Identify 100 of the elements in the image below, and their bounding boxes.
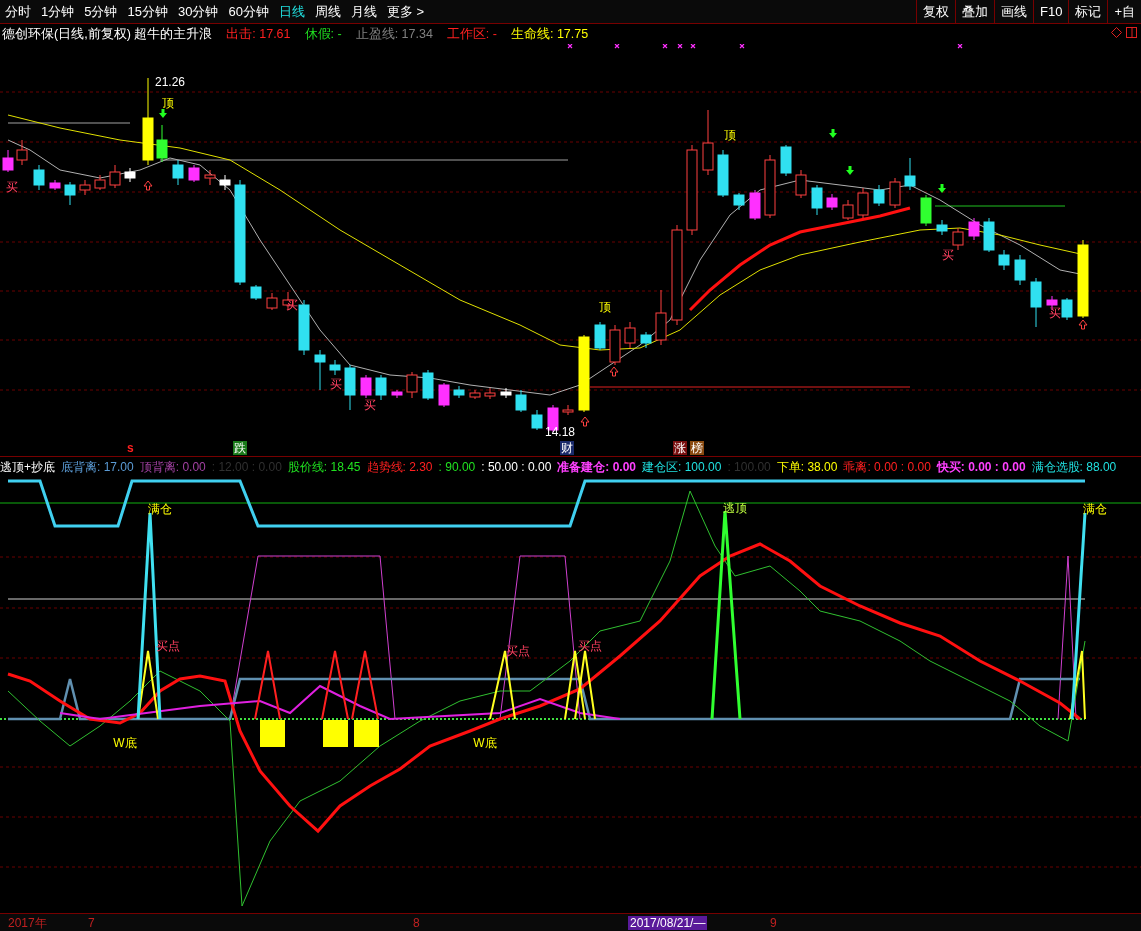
candlestick (562, 404, 574, 416)
candlestick (124, 167, 136, 183)
spike-line (564, 650, 586, 720)
candlestick (889, 177, 901, 209)
candlestick (219, 174, 231, 191)
axis-label: 9 (769, 916, 778, 930)
up-arrow-icon (580, 416, 590, 427)
axis-label: 2017年 (7, 916, 48, 930)
indicator-value: 快买: 0.00 : 0.00 (936, 458, 1026, 476)
candlestick (998, 249, 1010, 271)
candlestick (406, 371, 418, 399)
up-arrow-icon (1078, 319, 1088, 330)
candlestick (204, 169, 216, 186)
candlestick (640, 331, 652, 349)
signal-bar (260, 720, 285, 747)
indicator-value: 准备建仓: 0.00 (557, 458, 636, 476)
high-price-label: 21.26 (155, 76, 185, 88)
cross-marker-icon (614, 44, 620, 49)
buy-signal-label: 买点 (506, 645, 530, 657)
candlestick (780, 144, 792, 177)
full-position-label: 满仓 (1083, 503, 1107, 515)
candlestick (2, 149, 14, 173)
indicator-value: 乖离: 0.00 : 0.00 (843, 458, 931, 476)
axis-label: 8 (412, 916, 421, 930)
period-tab[interactable]: 30分钟 (172, 0, 224, 23)
candlestick (983, 217, 995, 253)
period-tab[interactable]: 更多 > (381, 0, 430, 23)
period-tab[interactable]: 日线 (273, 0, 310, 23)
candlestick (826, 193, 838, 211)
indicator-value: 出击: 17.61 (226, 25, 291, 43)
candlestick (515, 389, 527, 413)
down-arrow-icon (829, 129, 837, 138)
diamond-icon[interactable] (1111, 27, 1122, 38)
candlestick (375, 374, 387, 401)
period-tab[interactable]: 5分钟 (79, 0, 123, 23)
indicator-value: 顶背离: 0.00 (139, 458, 206, 476)
period-tab[interactable]: 15分钟 (122, 0, 173, 23)
down-arrow-icon (938, 184, 946, 193)
candlestick (344, 364, 356, 411)
spike-line (254, 650, 281, 720)
w-bottom-label: W底 (113, 737, 137, 749)
candlestick (936, 219, 948, 236)
candlestick (188, 164, 200, 183)
indicator-value: 趋势线: 2.30 (366, 458, 433, 476)
candlestick (624, 321, 636, 349)
indicator-value: 股价线: 18.45 (287, 458, 361, 476)
down-arrow-icon (159, 109, 167, 118)
cross-marker-icon (739, 44, 745, 49)
candlestick (764, 154, 776, 219)
up-arrow-icon (143, 180, 153, 191)
candlestick (250, 284, 262, 301)
candlestick (422, 369, 434, 401)
cross-marker-icon (690, 44, 696, 49)
candlestick (920, 194, 932, 227)
period-tab[interactable]: 月线 (345, 0, 382, 23)
candlestick (531, 409, 543, 431)
spike-line (574, 650, 596, 720)
period-tab[interactable]: 周线 (309, 0, 346, 23)
period-tab[interactable]: 1分钟 (36, 0, 80, 23)
candlestick (484, 387, 496, 400)
candlestick (172, 159, 184, 186)
cross-marker-icon (957, 44, 963, 49)
candlestick (94, 174, 106, 191)
candlestick (109, 164, 121, 189)
candlestick (733, 192, 745, 211)
candlestick (156, 124, 168, 163)
buy-signal-label: 买 (364, 399, 376, 411)
buy-signal-label: 买 (942, 249, 954, 261)
top-signal-label: 顶 (162, 97, 174, 109)
cross-marker-icon (662, 44, 668, 49)
signal-bar (354, 720, 379, 747)
candlestick (811, 184, 823, 216)
candlestick (952, 227, 964, 251)
sell-signal-label: s (126, 441, 135, 455)
indicator-value: 底背离: 17.00 (61, 458, 134, 476)
candlestick (857, 187, 869, 219)
candlestick (795, 169, 807, 199)
candlestick (438, 382, 450, 408)
candlestick (314, 349, 326, 391)
full-position-label: 满仓 (148, 503, 172, 515)
period-tab[interactable]: 分时 (0, 0, 36, 23)
candlestick (842, 199, 854, 221)
cross-marker-icon (567, 44, 573, 49)
indicator-value: : 90.00 (438, 460, 476, 474)
cursor-date-label: 2017/08/21/— (628, 916, 708, 930)
indicator-value: 休假: - (304, 25, 342, 43)
candlestick (594, 321, 606, 351)
signal-badge: 财 (560, 441, 574, 455)
indicator-value: 满仓选股: 88.00 (1031, 458, 1117, 476)
panel-toggle-icon[interactable] (1126, 27, 1137, 38)
candlestick (702, 109, 714, 176)
candlestick (298, 299, 310, 356)
candlestick (469, 389, 481, 400)
period-tab[interactable]: 60分钟 (223, 0, 274, 23)
buy-signal-label: 买 (286, 299, 298, 311)
buy-signal-label: 买 (6, 181, 18, 193)
buy-signal-label: 买 (330, 378, 342, 390)
candlestick (79, 179, 91, 196)
candlestick (360, 374, 372, 399)
indicator-value: 下单: 38.00 (776, 458, 838, 476)
